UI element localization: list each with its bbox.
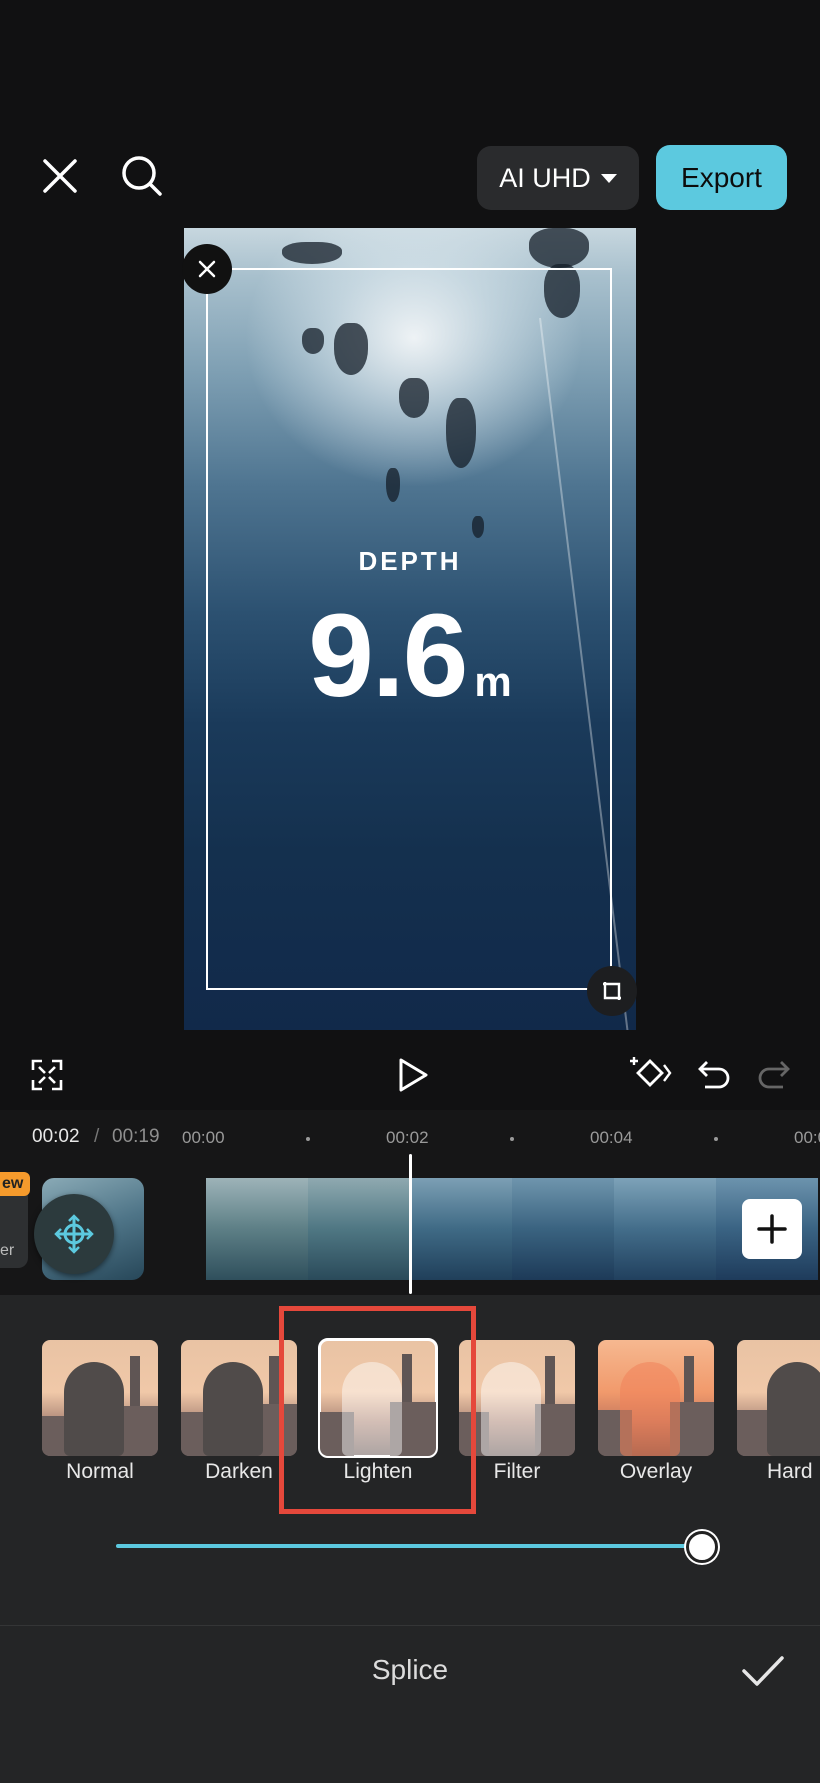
new-badge: ew <box>0 1172 30 1196</box>
blend-mode-filter[interactable]: Filter <box>459 1340 575 1490</box>
track-frame <box>308 1178 410 1280</box>
close-icon <box>43 159 77 193</box>
fullscreen-icon <box>31 1059 63 1091</box>
total-time: 00:19 <box>112 1126 160 1147</box>
blend-thumbnail <box>737 1340 820 1456</box>
tick-dot <box>306 1137 310 1141</box>
close-button[interactable] <box>32 148 88 204</box>
opacity-slider-track[interactable] <box>116 1544 702 1548</box>
keyframe-button[interactable] <box>628 1050 672 1096</box>
confirm-button[interactable] <box>738 1646 788 1696</box>
tick-dot <box>510 1137 514 1141</box>
timeline[interactable]: 00:02 / 00:19 00:00 00:02 00:04 00:0 ew … <box>0 1110 820 1295</box>
panel-title: Splice <box>371 1654 449 1685</box>
rotate-handle[interactable] <box>587 966 637 1016</box>
plus-icon <box>757 1214 787 1244</box>
undo-icon <box>698 1061 730 1089</box>
top-bar: AI UHD Export <box>0 130 820 226</box>
quality-label: AI UHD <box>499 162 591 193</box>
move-icon <box>54 1214 94 1254</box>
blend-mode-label: Normal <box>66 1460 134 1483</box>
quality-dropdown[interactable]: AI UHD <box>477 146 639 210</box>
caret-down-icon <box>600 173 617 183</box>
blend-mode-overlay[interactable]: Overlay <box>598 1340 714 1490</box>
highlight-annotation <box>279 1306 476 1514</box>
close-icon <box>198 260 216 278</box>
track-frame <box>410 1178 512 1280</box>
blend-mode-normal[interactable]: Normal <box>42 1340 158 1490</box>
diver-silhouette <box>282 242 342 264</box>
redo-icon <box>758 1061 790 1089</box>
play-button[interactable] <box>390 1052 436 1098</box>
search-icon <box>122 156 162 196</box>
depth-label: DEPTH <box>358 546 462 576</box>
rotate-icon <box>603 982 621 1000</box>
bottom-bar: Splice <box>0 1625 820 1783</box>
transform-button[interactable] <box>34 1194 114 1274</box>
video-preview[interactable]: DEPTH 9.6 m <box>184 228 636 1030</box>
timeline-tick: 00:02 <box>386 1128 429 1147</box>
depth-value: 9.6 <box>308 590 468 722</box>
diver-silhouette <box>529 228 589 268</box>
undo-button[interactable] <box>694 1054 734 1094</box>
export-button[interactable]: Export <box>656 145 787 210</box>
blend-thumbnail <box>598 1340 714 1456</box>
checkmark-icon <box>742 1656 784 1686</box>
overlay-track[interactable] <box>206 1178 820 1280</box>
blend-thumbnail <box>459 1340 575 1456</box>
remove-overlay-button[interactable] <box>182 244 232 294</box>
time-separator: / <box>94 1126 100 1147</box>
current-time: 00:02 <box>32 1126 80 1147</box>
play-icon <box>399 1058 428 1092</box>
add-clip-button[interactable] <box>742 1199 802 1259</box>
track-frame <box>206 1178 308 1280</box>
depth-readout: 9.6 m <box>184 588 636 724</box>
timeline-tick: 00:0 <box>794 1128 820 1147</box>
tick-dot <box>714 1137 718 1141</box>
fullscreen-button[interactable] <box>26 1054 68 1096</box>
blend-thumbnail <box>42 1340 158 1456</box>
blend-mode-hard[interactable]: Hard <box>737 1340 820 1490</box>
blend-mode-label: Overlay <box>619 1460 693 1483</box>
opacity-slider-knob[interactable] <box>686 1531 718 1563</box>
redo-button[interactable] <box>754 1054 794 1094</box>
depth-unit: m <box>474 658 512 705</box>
playhead[interactable] <box>409 1154 412 1294</box>
blend-mode-panel: Normal Darken Lighten Filter Overlay Har… <box>0 1295 820 1625</box>
previous-clip-label: er <box>0 1242 15 1259</box>
blend-mode-label: Hard <box>767 1460 813 1483</box>
timeline-tick: 00:00 <box>182 1128 225 1147</box>
track-frame <box>512 1178 614 1280</box>
track-frame <box>614 1178 716 1280</box>
search-button[interactable] <box>112 146 172 206</box>
timeline-tick: 00:04 <box>590 1128 633 1147</box>
keyframe-icon <box>630 1057 672 1087</box>
